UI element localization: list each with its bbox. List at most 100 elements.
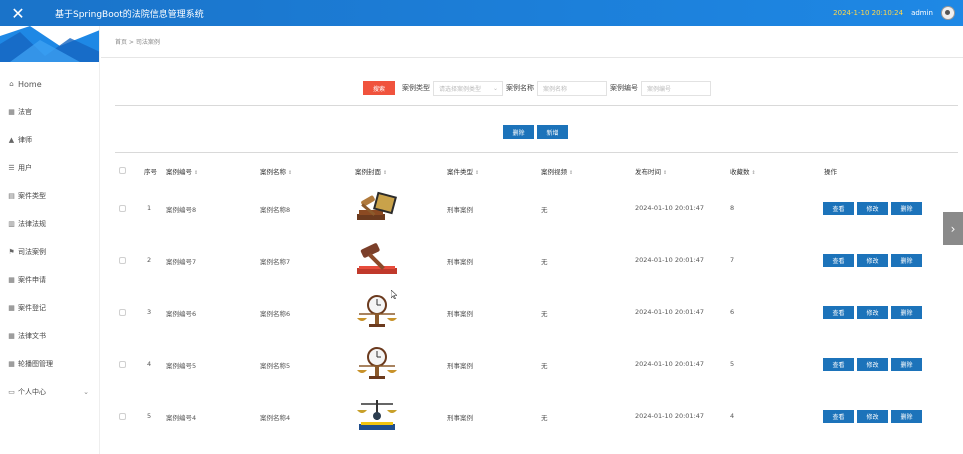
bar-chart-icon: ▥ (8, 219, 15, 228)
cell-time: 2024-01-10 20:01:47 (635, 204, 705, 212)
cell-index: 5 (147, 412, 152, 420)
chevron-down-icon: ⌄ (83, 388, 89, 396)
case-cover-image[interactable] (353, 188, 401, 226)
cell-index: 3 (147, 308, 152, 316)
cell-code: 案例编号7 (166, 258, 197, 266)
delete-row-button[interactable]: 删除 (891, 358, 922, 371)
delete-row-button[interactable]: 删除 (891, 202, 922, 215)
cell-video: 无 (541, 362, 548, 370)
username[interactable]: admin (911, 9, 933, 17)
case-name-input[interactable]: 案例名称 (537, 80, 607, 96)
cell-favorites: 4 (730, 412, 735, 420)
case-type-select[interactable]: 请选择案例类型 ⌄ (433, 80, 503, 96)
avatar[interactable] (941, 6, 955, 20)
table-row: 5 案例编号4 案例名称4 刑事案例 无 2024-01-10 20:01:47 4 查看 修改… (115, 390, 958, 442)
view-button[interactable]: 查看 (823, 410, 854, 423)
cell-index: 2 (147, 256, 152, 264)
header-time[interactable]: 发布时间 ⇕ (635, 166, 667, 176)
sort-icon: ⇕ (383, 170, 388, 176)
edit-button[interactable]: 修改 (857, 202, 888, 215)
delete-row-button[interactable]: 删除 (891, 254, 922, 267)
row-actions: 查看 修改 删除 (823, 202, 925, 215)
cell-name: 案例名称4 (260, 414, 291, 422)
header-video[interactable]: 案例视频 ⇕ (541, 166, 573, 176)
chevron-right-icon[interactable]: › (943, 212, 963, 245)
close-icon[interactable]: ✕ (0, 0, 36, 26)
header-favorites[interactable]: 收藏数 ⇕ (730, 166, 756, 176)
header-code[interactable]: 案例编号 ⇕ (166, 166, 198, 176)
sort-icon: ⇕ (288, 170, 293, 176)
header-type[interactable]: 案件类型 ⇕ (447, 166, 479, 176)
datetime: 2024-1-10 20:10:24 (833, 9, 904, 17)
row-actions: 查看 修改 删除 (823, 254, 925, 267)
header-cover[interactable]: 案例封面 ⇕ (355, 166, 387, 176)
table-row: 1 案例编号8 案例名称8 刑事案例 无 2024-01-10 20:01:47 8 查看 修改… (115, 182, 958, 234)
row-checkbox[interactable] (119, 309, 126, 316)
case-code-label: 案例编号 (610, 84, 638, 92)
view-button[interactable]: 查看 (823, 254, 854, 267)
cell-code: 案例编号8 (166, 206, 197, 214)
sort-icon: ⇕ (751, 170, 756, 176)
case-cover-image[interactable] (353, 240, 401, 278)
sidebar-item[interactable]: ⌂ Home (0, 70, 99, 98)
sidebar-item[interactable]: ▲ 律师 (0, 126, 99, 154)
sidebar-item[interactable]: ▤ 案件类型 (0, 182, 99, 210)
cell-time: 2024-01-10 20:01:47 (635, 412, 705, 420)
cell-name: 案例名称6 (260, 310, 291, 318)
sidebar-item[interactable]: ▦ 法律文书 (0, 322, 99, 350)
view-button[interactable]: 查看 (823, 358, 854, 371)
sidebar-item[interactable]: ☰ 用户 (0, 154, 99, 182)
edit-button[interactable]: 修改 (857, 410, 888, 423)
search-button[interactable]: 搜索 (363, 81, 395, 95)
table-row: 2 案例编号7 案例名称7 刑事案例 无 2024-01-10 20:01:47 7 查看 修改… (115, 234, 958, 286)
sidebar-item-label: 个人中心 (18, 388, 46, 396)
cell-type: 刑事案例 (447, 206, 473, 214)
edit-button[interactable]: 修改 (857, 358, 888, 371)
sidebar-item[interactable]: ⚑ 司法案例 (0, 238, 99, 266)
doc-icon: ▤ (8, 191, 15, 200)
list-icon: ☰ (8, 163, 15, 172)
sidebar-item[interactable]: ▭ 个人中心 ⌄ (0, 378, 99, 406)
case-cover-image[interactable] (353, 344, 401, 382)
row-checkbox[interactable] (119, 205, 126, 212)
cell-time: 2024-01-10 20:01:47 (635, 256, 705, 264)
cell-type: 刑事案例 (447, 362, 473, 370)
sidebar-item-label: Home (18, 79, 42, 89)
sidebar-item[interactable]: ▦ 案件申请 (0, 266, 99, 294)
sidebar-item-label: 案件申请 (18, 276, 46, 284)
cell-name: 案例名称5 (260, 362, 291, 370)
edit-button[interactable]: 修改 (857, 254, 888, 267)
cell-code: 案例编号4 (166, 414, 197, 422)
sidebar-item[interactable]: ▥ 法律法规 (0, 210, 99, 238)
cell-code: 案例编号6 (166, 310, 197, 318)
view-button[interactable]: 查看 (823, 202, 854, 215)
breadcrumb: 首页 > 司法案例 (101, 26, 963, 58)
header-index: 序号 (144, 168, 157, 176)
edit-button[interactable]: 修改 (857, 306, 888, 319)
delete-button[interactable]: 删除 (503, 125, 534, 139)
row-checkbox[interactable] (119, 361, 126, 368)
delete-row-button[interactable]: 删除 (891, 306, 922, 319)
case-cover-image[interactable] (353, 396, 401, 434)
sidebar-item[interactable]: ▦ 法官 (0, 98, 99, 126)
chevron-down-icon: ⌄ (492, 84, 498, 92)
delete-row-button[interactable]: 删除 (891, 410, 922, 423)
search-bar: 搜索 案例类型 请选择案例类型 ⌄ 案例名称 案例名称 案例编号 案例编号 (363, 80, 711, 96)
sidebar-item-label: 律师 (18, 136, 32, 144)
grid-icon: ▦ (8, 275, 15, 284)
view-button[interactable]: 查看 (823, 306, 854, 319)
select-all-checkbox[interactable] (119, 167, 126, 174)
row-checkbox[interactable] (119, 257, 126, 264)
cell-index: 1 (147, 204, 152, 212)
row-actions: 查看 修改 删除 (823, 358, 925, 371)
add-button[interactable]: 新增 (537, 125, 568, 139)
sidebar-item-label: 轮播图管理 (18, 360, 53, 368)
cell-type: 刑事案例 (447, 310, 473, 318)
header-name[interactable]: 案例名称 ⇕ (260, 166, 292, 176)
sidebar-item[interactable]: ▦ 案件登记 (0, 294, 99, 322)
row-checkbox[interactable] (119, 413, 126, 420)
cell-favorites: 6 (730, 308, 735, 316)
cell-index: 4 (147, 360, 152, 368)
case-code-input[interactable]: 案例编号 (641, 80, 711, 96)
sidebar-item[interactable]: ▦ 轮播图管理 (0, 350, 99, 378)
